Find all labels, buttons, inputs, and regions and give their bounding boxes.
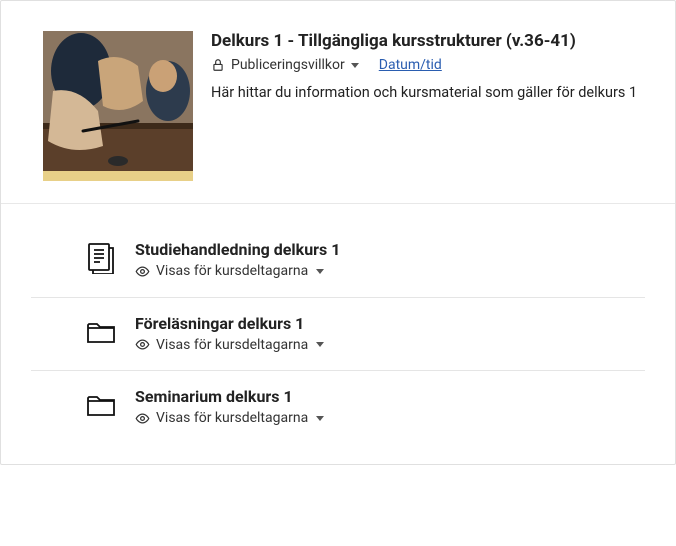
module-meta: Publiceringsvillkor Datum/tid <box>211 57 645 73</box>
module-header-text: Delkurs 1 - Tillgängliga kursstrukturer … <box>211 31 645 181</box>
module-items: Studiehandledning delkurs 1 Visas för kur… <box>1 204 675 464</box>
content-item-title: Studiehandledning delkurs 1 <box>135 240 645 259</box>
datetime-link[interactable]: Datum/tid <box>379 57 442 73</box>
publish-conditions-dropdown[interactable]: Publiceringsvillkor <box>231 57 359 73</box>
caret-down-icon <box>316 416 324 421</box>
module-description: Här hittar du information och kursmateri… <box>211 83 645 103</box>
module-title: Delkurs 1 - Tillgängliga kursstrukturer … <box>211 31 645 51</box>
content-item-body: Studiehandledning delkurs 1 Visas för kur… <box>135 240 645 283</box>
content-item-body: Seminarium delkurs 1 Visas för kursdeltag… <box>135 387 645 430</box>
lock-icon <box>211 58 225 72</box>
eye-icon <box>135 411 150 426</box>
module-header: Delkurs 1 - Tillgängliga kursstrukturer … <box>1 1 675 204</box>
caret-down-icon <box>316 342 324 347</box>
caret-down-icon <box>316 269 324 274</box>
document-icon <box>85 242 117 274</box>
course-module-card: Delkurs 1 - Tillgängliga kursstrukturer … <box>0 0 676 465</box>
visibility-dropdown[interactable]: Visas för kursdeltagarna <box>135 410 324 426</box>
content-item[interactable]: Seminarium delkurs 1 Visas för kursdeltag… <box>31 371 645 444</box>
content-item-title: Seminarium delkurs 1 <box>135 387 645 406</box>
visibility-label: Visas för kursdeltagarna <box>156 337 308 353</box>
content-item-body: Föreläsningar delkurs 1 Visas för kursdel… <box>135 314 645 357</box>
visibility-dropdown[interactable]: Visas för kursdeltagarna <box>135 337 324 353</box>
caret-down-icon <box>351 63 359 68</box>
content-item-title: Föreläsningar delkurs 1 <box>135 314 645 333</box>
eye-icon <box>135 264 150 279</box>
publish-conditions-label: Publiceringsvillkor <box>231 57 345 73</box>
folder-icon <box>85 389 117 421</box>
visibility-label: Visas för kursdeltagarna <box>156 410 308 426</box>
content-item[interactable]: Föreläsningar delkurs 1 Visas för kursdel… <box>31 298 645 372</box>
folder-icon <box>85 316 117 348</box>
content-item[interactable]: Studiehandledning delkurs 1 Visas för kur… <box>31 224 645 298</box>
visibility-label: Visas för kursdeltagarna <box>156 263 308 279</box>
module-thumbnail <box>43 31 193 181</box>
eye-icon <box>135 337 150 352</box>
visibility-dropdown[interactable]: Visas för kursdeltagarna <box>135 263 324 279</box>
